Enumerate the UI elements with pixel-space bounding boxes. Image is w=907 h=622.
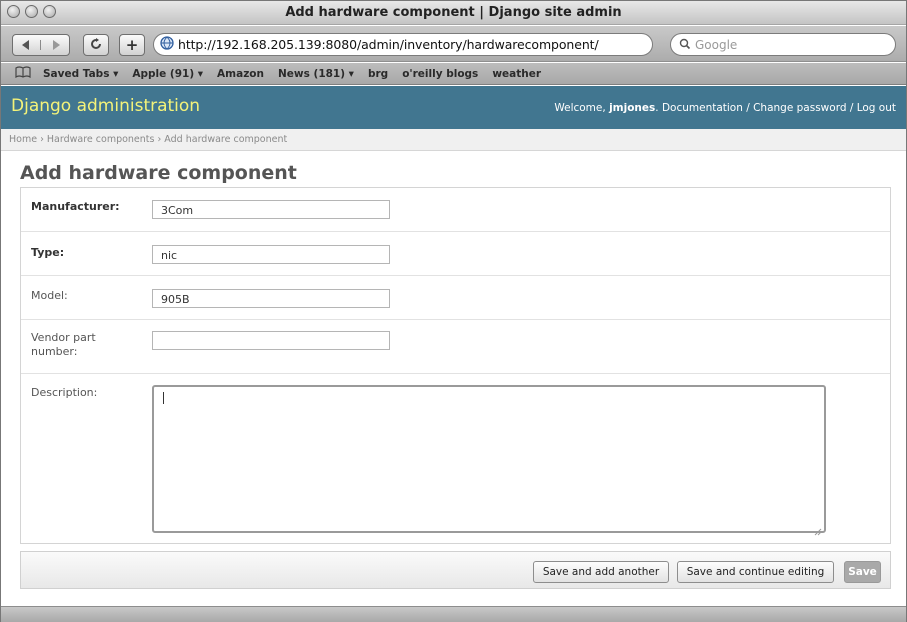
manufacturer-field[interactable]: 3Com [152, 200, 390, 219]
forward-arrow-icon[interactable] [41, 40, 69, 50]
breadcrumb[interactable]: Home › Hardware components › Add hardwar… [1, 129, 906, 151]
page-title: Add hardware component [20, 162, 297, 184]
reload-icon [90, 37, 102, 53]
bookmark-oreilly-blogs[interactable]: o'reilly blogs [402, 68, 478, 80]
site-icon [160, 35, 174, 54]
vendor-part-label: Vendor part number: [31, 331, 96, 358]
bookmark-saved-tabs[interactable]: Saved Tabs ▾ [43, 68, 118, 80]
username: jmjones [609, 102, 656, 114]
address-bar[interactable]: http://192.168.205.139:8080/admin/invent… [153, 33, 653, 56]
form-row-manufacturer: Manufacturer: 3Com [21, 188, 890, 232]
user-tools: Welcome, jmjones. Documentation / Change… [554, 102, 896, 114]
save-and-continue-button[interactable]: Save and continue editing [677, 561, 834, 583]
title-bar: Add hardware component | Django site adm… [1, 1, 906, 25]
welcome-text: Welcome, [554, 102, 610, 114]
bookmarks-bar: Saved Tabs ▾ Apple (91) ▾ Amazon News (1… [1, 63, 906, 85]
browser-toolbar: + http://192.168.205.139:8080/admin/inve… [1, 26, 906, 62]
type-field[interactable]: nic [152, 245, 390, 264]
model-label: Model: [31, 289, 68, 302]
type-label: Type: [31, 246, 65, 259]
bookmark-apple[interactable]: Apple (91) ▾ [132, 68, 203, 80]
bookmark-brg[interactable]: brg [368, 68, 388, 80]
description-label: Description: [31, 386, 98, 399]
status-bar [1, 606, 906, 622]
form-row-type: Type: nic [21, 232, 890, 276]
text-cursor [163, 392, 164, 404]
search-placeholder: Google [695, 37, 738, 52]
resize-grip-icon[interactable] [814, 521, 822, 536]
user-links[interactable]: . Documentation / Change password / Log … [655, 102, 896, 114]
model-field[interactable]: 905B [152, 289, 390, 308]
bookmark-news[interactable]: News (181) ▾ [278, 68, 354, 80]
add-bookmark-button[interactable]: + [119, 34, 145, 56]
save-and-add-another-button[interactable]: Save and add another [533, 561, 669, 583]
search-field[interactable]: Google [670, 33, 896, 56]
django-header: Django administration Welcome, jmjones. … [1, 86, 906, 129]
reload-button[interactable] [83, 34, 109, 56]
back-forward-button-group [12, 34, 70, 56]
window-title: Add hardware component | Django site adm… [285, 5, 622, 20]
bookmarks-book-icon[interactable] [15, 66, 31, 81]
browser-window: Add hardware component | Django site adm… [0, 0, 907, 622]
submit-row: Save and add another Save and continue e… [20, 551, 891, 589]
bookmark-weather[interactable]: weather [492, 68, 541, 80]
description-field[interactable] [152, 385, 826, 536]
bookmark-amazon[interactable]: Amazon [217, 68, 264, 80]
url-text: http://192.168.205.139:8080/admin/invent… [178, 37, 599, 52]
site-brand[interactable]: Django administration [11, 96, 200, 116]
back-arrow-icon[interactable] [13, 40, 41, 50]
component-form: Manufacturer: 3Com Type: nic Model: 905B… [20, 187, 891, 544]
form-row-description: Description: [21, 374, 890, 543]
manufacturer-label: Manufacturer: [31, 200, 120, 213]
save-button[interactable]: Save [844, 561, 881, 583]
vendor-part-field[interactable] [152, 331, 390, 350]
form-row-model: Model: 905B [21, 276, 890, 320]
search-icon [679, 35, 693, 54]
form-row-vendor-part: Vendor part number: [21, 320, 890, 374]
